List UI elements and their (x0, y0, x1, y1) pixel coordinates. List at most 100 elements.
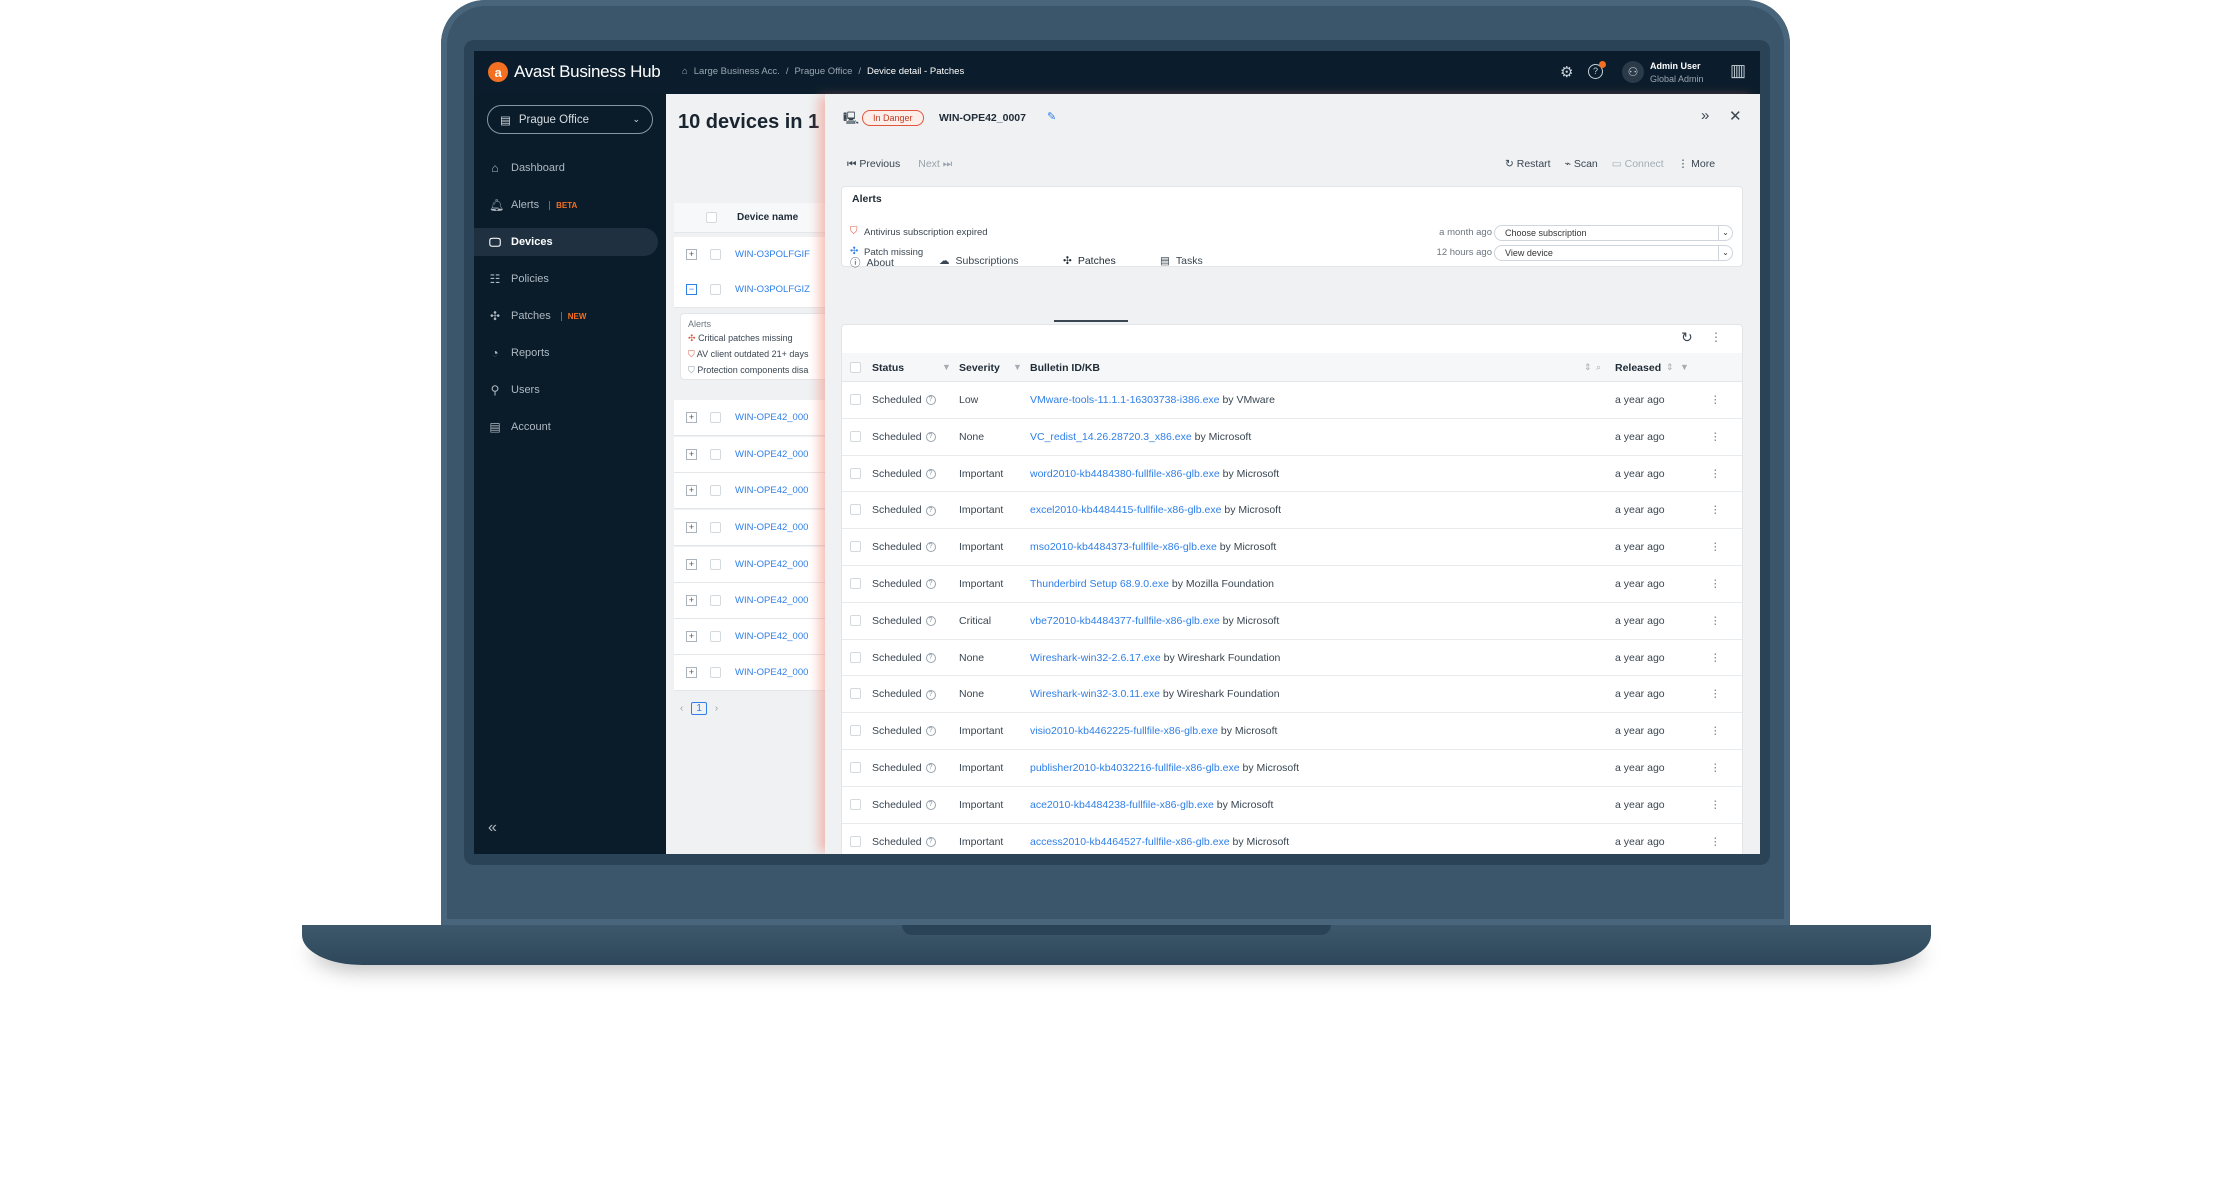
help-icon[interactable]: ? (925, 579, 936, 590)
expand-row-icon[interactable]: + (686, 667, 697, 678)
bulletin-link[interactable]: excel2010-kb4484415-fullfile-x86-glb.exe (1030, 504, 1221, 516)
bulletin-link[interactable]: visio2010-kb4462225-fullfile-x86-glb.exe (1030, 725, 1218, 737)
expand-panel-icon[interactable]: » (1701, 107, 1709, 124)
row-checkbox[interactable] (850, 651, 861, 663)
device-row[interactable]: − WIN-O3POLFGIZ (674, 272, 836, 308)
sidebar-item-reports[interactable]: ◔ Reports (474, 339, 658, 367)
row-menu-icon[interactable]: ⋮ (1710, 725, 1721, 737)
bulletin-link[interactable]: Thunderbird Setup 68.9.0.exe (1030, 578, 1169, 590)
bulletin-link[interactable]: word2010-kb4484380-fullfile-x86-glb.exe (1030, 468, 1220, 480)
help-icon[interactable]: ? (925, 542, 936, 553)
filter-icon[interactable]: ▼ (942, 362, 951, 372)
device-link[interactable]: WIN-OPE42_000 (735, 559, 808, 570)
device-row[interactable]: + WIN-OPE42_000 (674, 510, 836, 546)
help-icon[interactable]: ? (925, 395, 936, 406)
alert-action-dropdown[interactable]: View device ⌄ (1494, 245, 1733, 261)
select-all-checkbox[interactable] (706, 212, 717, 223)
table-row[interactable]: Scheduled? Important excel2010-kb4484415… (842, 492, 1742, 530)
row-menu-icon[interactable]: ⋮ (1710, 468, 1721, 480)
home-icon[interactable]: ⌂ (682, 66, 688, 77)
breadcrumb-account[interactable]: Large Business Acc. (694, 66, 780, 77)
row-checkbox[interactable] (710, 559, 721, 570)
row-checkbox[interactable] (710, 485, 721, 496)
more-button[interactable]: ⋮ More (1678, 158, 1715, 170)
table-row[interactable]: Scheduled? Important Thunderbird Setup 6… (842, 566, 1742, 603)
collapse-sidebar-icon[interactable]: « (488, 819, 497, 837)
sort-icon[interactable]: ⇕ (1584, 362, 1592, 373)
row-checkbox[interactable] (850, 467, 861, 479)
table-row[interactable]: Scheduled? Critical vbe72010-kb4484377-f… (842, 603, 1742, 640)
restart-button[interactable]: ↻ Restart (1505, 158, 1551, 170)
row-checkbox[interactable] (850, 835, 861, 847)
bulletin-link[interactable]: Wireshark-win32-2.6.17.exe (1030, 652, 1161, 664)
switch-company-icon[interactable]: ▥ (1730, 61, 1746, 81)
row-checkbox[interactable] (850, 798, 861, 810)
status-header[interactable]: Status (872, 362, 904, 374)
device-link[interactable]: WIN-O3POLFGIZ (735, 284, 810, 295)
tab-patches[interactable]: ✣ Patches (1063, 255, 1116, 267)
device-link[interactable]: WIN-OPE42_000 (735, 522, 808, 533)
next-button[interactable]: Next ⏭ (918, 158, 952, 171)
device-row[interactable]: + WIN-OPE42_000 (674, 619, 836, 655)
device-row[interactable]: + WIN-OPE42_000 (674, 400, 836, 436)
sidebar-item-users[interactable]: ⚲ Users (474, 376, 658, 404)
row-checkbox[interactable] (710, 449, 721, 460)
help-icon[interactable]: ? (925, 652, 936, 663)
bulletin-link[interactable]: Wireshark-win32-3.0.11.exe (1030, 688, 1160, 700)
device-row[interactable]: + WIN-OPE42_000 (674, 547, 836, 583)
sidebar-item-dashboard[interactable]: ⌂ Dashboard (474, 154, 658, 182)
released-header[interactable]: Released (1615, 362, 1661, 374)
row-menu-icon[interactable]: ⋮ (1710, 431, 1721, 443)
device-link[interactable]: WIN-OPE42_000 (735, 412, 808, 423)
table-row[interactable]: Scheduled? Important ace2010-kb4484238-f… (842, 787, 1742, 824)
help-icon[interactable]: ? (925, 836, 936, 847)
device-link[interactable]: WIN-OPE42_000 (735, 485, 808, 496)
filter-icon[interactable]: ▼ (1013, 362, 1022, 372)
close-icon[interactable]: ✕ (1729, 107, 1742, 125)
row-menu-icon[interactable]: ⋮ (1710, 652, 1721, 664)
row-menu-icon[interactable]: ⋮ (1710, 615, 1721, 627)
help-icon[interactable]: ? (925, 432, 936, 443)
table-row[interactable]: Scheduled? Important publisher2010-kb403… (842, 750, 1742, 787)
table-row[interactable]: Scheduled? Important mso2010-kb4484373-f… (842, 529, 1742, 566)
expand-row-icon[interactable]: + (686, 631, 697, 642)
row-menu-icon[interactable]: ⋮ (1710, 799, 1721, 811)
table-row[interactable]: Scheduled? Important word2010-kb4484380-… (842, 456, 1742, 493)
expand-row-icon[interactable]: + (686, 485, 697, 496)
table-row[interactable]: Scheduled? None Wireshark-win32-3.0.11.e… (842, 676, 1742, 714)
bulletin-link[interactable]: vbe72010-kb4484377-fullfile-x86-glb.exe (1030, 615, 1220, 627)
expand-row-icon[interactable]: + (686, 412, 697, 423)
bulletin-link[interactable]: ace2010-kb4484238-fullfile-x86-glb.exe (1030, 799, 1214, 811)
table-row[interactable]: Scheduled? Important visio2010-kb4462225… (842, 713, 1742, 750)
sort-icon[interactable]: ⇕ (1666, 362, 1674, 373)
next-page-icon[interactable]: › (715, 703, 718, 714)
row-checkbox[interactable] (710, 249, 721, 260)
row-checkbox[interactable] (710, 522, 721, 533)
help-icon[interactable]: ? (925, 505, 936, 516)
row-checkbox[interactable] (710, 284, 721, 295)
table-menu-icon[interactable]: ⋮ (1710, 330, 1722, 344)
refresh-icon[interactable]: ↻ (1681, 329, 1693, 346)
row-checkbox[interactable] (850, 614, 861, 626)
help-icon[interactable]: ? (925, 726, 936, 737)
scan-button[interactable]: ⌁ Scan (1565, 158, 1598, 170)
settings-icon[interactable]: ⚙ (1560, 63, 1573, 81)
row-checkbox[interactable] (710, 631, 721, 642)
bulletin-link[interactable]: VC_redist_14.26.28720.3_x86.exe (1030, 431, 1192, 443)
row-menu-icon[interactable]: ⋮ (1710, 504, 1721, 516)
filter-icon[interactable]: ▼ (1680, 362, 1689, 372)
device-link[interactable]: WIN-OPE42_000 (735, 449, 808, 460)
table-row[interactable]: Scheduled? None VC_redist_14.26.28720.3_… (842, 419, 1742, 456)
device-link[interactable]: WIN-OPE42_000 (735, 631, 808, 642)
help-icon[interactable]: ? (925, 763, 936, 774)
row-checkbox[interactable] (710, 595, 721, 606)
row-menu-icon[interactable]: ⋮ (1710, 541, 1721, 553)
expand-row-icon[interactable]: + (686, 559, 697, 570)
device-row[interactable]: + WIN-OPE42_000 (674, 655, 836, 691)
avatar-icon[interactable]: ⚇ (1622, 61, 1644, 83)
severity-header[interactable]: Severity (959, 362, 1000, 374)
expand-row-icon[interactable]: + (686, 449, 697, 460)
device-link[interactable]: WIN-O3POLFGIF (735, 249, 810, 260)
row-checkbox[interactable] (850, 504, 861, 516)
bulletin-link[interactable]: mso2010-kb4484373-fullfile-x86-glb.exe (1030, 541, 1217, 553)
